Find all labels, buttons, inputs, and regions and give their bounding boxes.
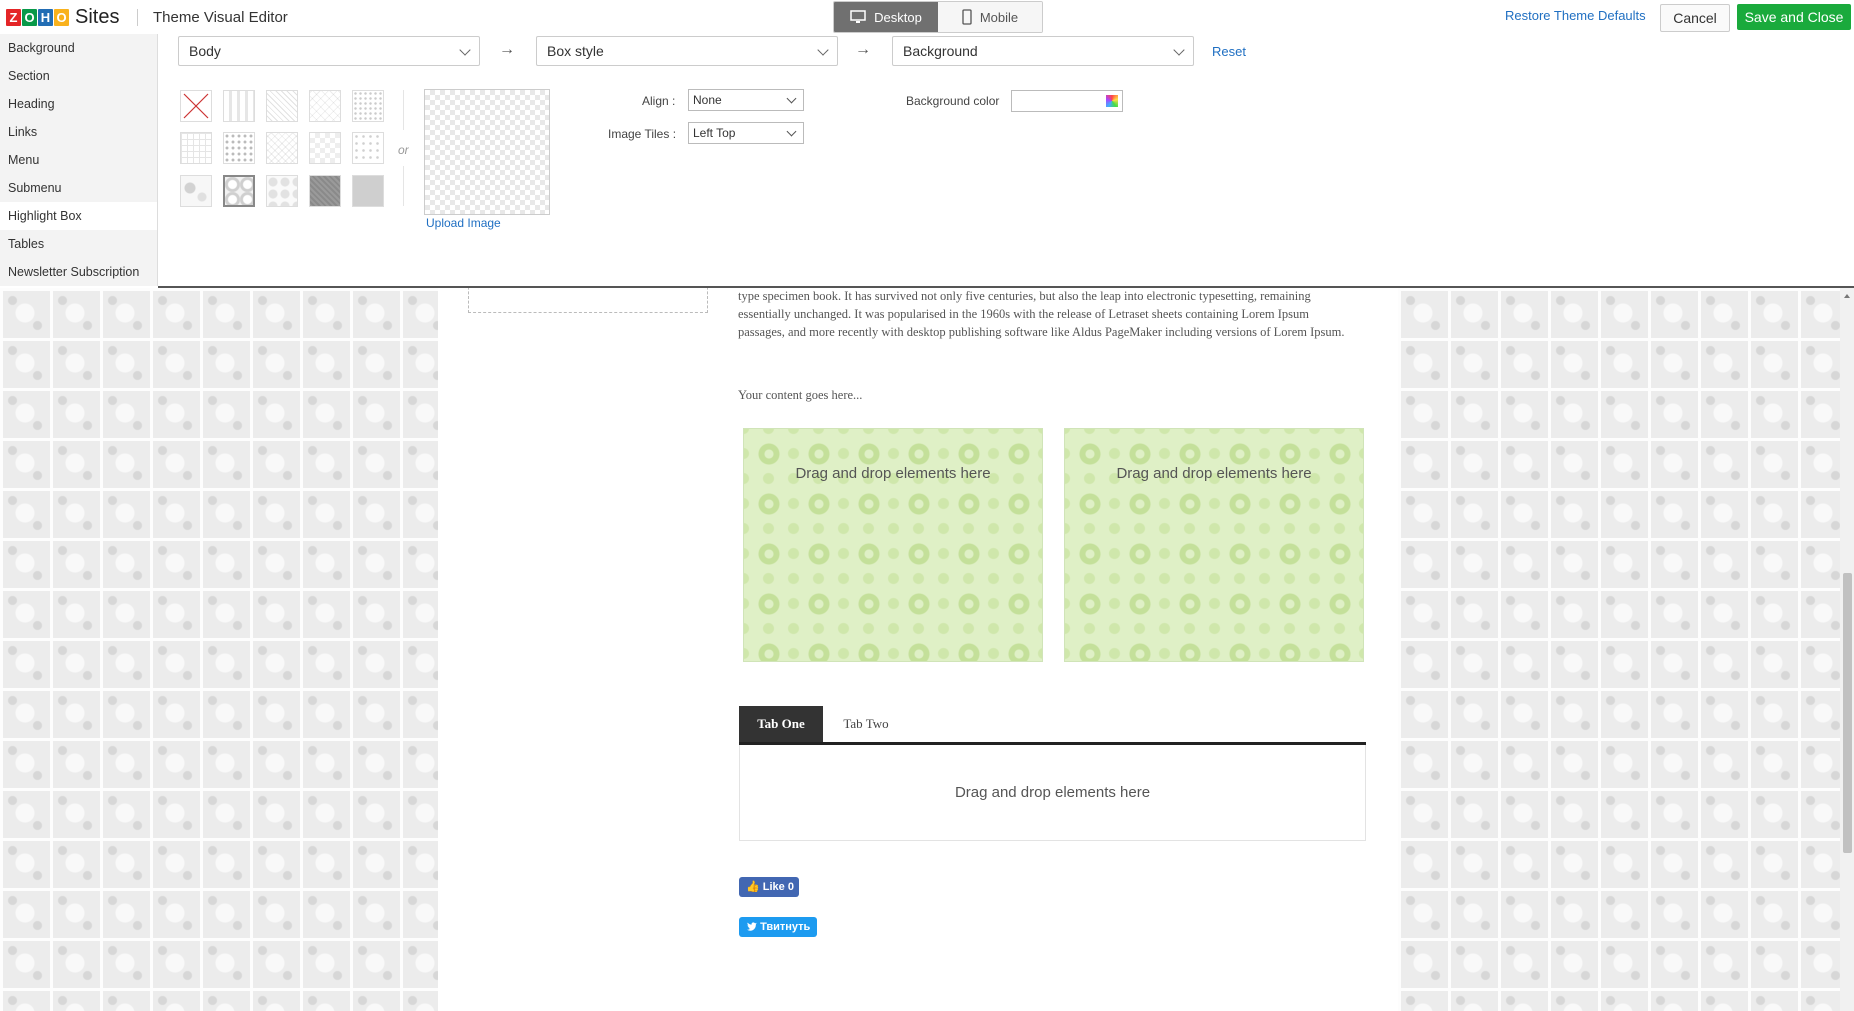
thumbs-up-icon: 👍 xyxy=(746,881,760,893)
cancel-button[interactable]: Cancel xyxy=(1660,4,1730,32)
background-color-label: Background color xyxy=(906,94,1000,108)
pattern-crosshatch-swatch[interactable] xyxy=(266,132,298,164)
chevron-down-icon xyxy=(1173,44,1185,56)
twitter-bird-icon xyxy=(747,922,757,931)
sidebar-item-links[interactable]: Links xyxy=(0,118,157,146)
vertical-scrollbar[interactable] xyxy=(1840,288,1854,1011)
chevron-down-icon xyxy=(786,126,797,137)
sidebar-item-submenu[interactable]: Submenu xyxy=(0,174,157,202)
title-divider xyxy=(137,9,138,26)
sidebar-item-section[interactable]: Section xyxy=(0,62,157,90)
top-bar: Z O H O Sites Theme Visual Editor Deskto… xyxy=(0,0,1854,35)
tab-two[interactable]: Tab Two xyxy=(823,706,909,742)
color-picker-icon[interactable] xyxy=(1106,95,1118,107)
your-content-text: Your content goes here... xyxy=(738,388,863,402)
save-and-close-button[interactable]: Save and Close xyxy=(1737,4,1851,30)
product-name: Sites xyxy=(75,6,120,28)
property-select-value: Background xyxy=(903,43,978,59)
tab-panel[interactable]: Drag and drop elements here xyxy=(739,745,1366,841)
pattern-checker-swatch[interactable] xyxy=(309,132,341,164)
pattern-diamond-grid-swatch[interactable] xyxy=(309,90,341,122)
chevron-down-icon xyxy=(817,44,829,56)
app-title: Theme Visual Editor xyxy=(153,9,288,26)
divider xyxy=(403,166,404,206)
pattern-none-swatch[interactable] xyxy=(180,90,212,122)
pattern-floral-selected-swatch[interactable] xyxy=(223,175,255,207)
body-background-pattern-right xyxy=(1398,288,1854,1011)
tweet-button[interactable]: Твитнуть xyxy=(739,917,817,937)
upload-image-link[interactable]: Upload Image xyxy=(426,216,501,230)
facebook-like-button[interactable]: 👍 Like 0 xyxy=(739,877,799,897)
scroll-up-arrow-icon[interactable] xyxy=(1844,294,1850,298)
device-switch: Desktop Mobile xyxy=(833,1,1043,33)
tabs-widget: Tab One Tab Two xyxy=(739,706,1366,745)
mobile-button[interactable]: Mobile xyxy=(938,2,1042,32)
pattern-floral-outline-swatch[interactable] xyxy=(266,175,298,207)
divider xyxy=(403,90,404,130)
align-select[interactable]: None xyxy=(688,89,804,111)
property-select[interactable]: Background xyxy=(892,36,1194,66)
style-editor-panel: Body → Box style → Background Reset or U… xyxy=(158,34,1854,288)
pattern-dark-texture-swatch[interactable] xyxy=(309,175,341,207)
drop-zone-label: Drag and drop elements here xyxy=(795,465,991,482)
image-tiles-label: Image Tiles : xyxy=(608,127,677,141)
sidebar-item-heading[interactable]: Heading xyxy=(0,90,157,118)
image-preview[interactable] xyxy=(424,89,550,215)
or-label: or xyxy=(398,143,409,157)
image-tiles-select-value: Left Top xyxy=(693,126,736,140)
chevron-down-icon xyxy=(786,93,797,104)
image-tiles-select[interactable]: Left Top xyxy=(688,122,804,144)
element-select-value: Body xyxy=(189,43,221,59)
element-select[interactable]: Body xyxy=(178,36,480,66)
phone-icon xyxy=(962,9,972,25)
pattern-fine-grid-swatch[interactable] xyxy=(180,132,212,164)
logo-letter-o2: O xyxy=(54,9,69,26)
desktop-button[interactable]: Desktop xyxy=(834,2,938,32)
lorem-paragraph: type specimen book. It has survived not … xyxy=(738,289,1345,339)
logo-letter-o1: O xyxy=(22,9,37,26)
drop-zone-label: Drag and drop elements here xyxy=(1116,465,1312,482)
facebook-like-label: Like 0 xyxy=(762,881,794,893)
sidebar-item-highlight-box[interactable]: Highlight Box xyxy=(0,202,157,230)
reset-link[interactable]: Reset xyxy=(1212,44,1246,59)
sidebar-item-tables[interactable]: Tables xyxy=(0,230,157,258)
element-sidebar: Background Section Heading Links Menu Su… xyxy=(0,34,158,286)
align-select-value: None xyxy=(693,93,722,107)
page-content-area: type specimen book. It has survived not … xyxy=(438,288,1398,1011)
pattern-small-dots-swatch[interactable] xyxy=(352,132,384,164)
sidebar-item-background[interactable]: Background xyxy=(0,34,157,62)
pattern-vertical-stripes-swatch[interactable] xyxy=(223,90,255,122)
align-label: Align : xyxy=(642,94,676,108)
sidebar-placeholder-box[interactable] xyxy=(468,288,708,313)
no-pattern-icon xyxy=(183,93,209,119)
zoho-sites-logo[interactable]: Z O H O Sites xyxy=(6,6,119,29)
tweet-label: Твитнуть xyxy=(760,921,811,933)
sidebar-item-newsletter-subscription[interactable]: Newsletter Subscription xyxy=(0,258,157,286)
tab-one[interactable]: Tab One xyxy=(739,706,823,742)
arrow-right-icon: → xyxy=(499,41,515,58)
pattern-diagonal-lines-swatch[interactable] xyxy=(266,90,298,122)
drop-zone-label: Drag and drop elements here xyxy=(954,784,1151,801)
pattern-dot-grid-swatch[interactable] xyxy=(352,90,384,122)
pattern-gray-solid-swatch[interactable] xyxy=(352,175,384,207)
logo-letter-z: Z xyxy=(6,9,21,26)
page-preview-canvas: type specimen book. It has survived not … xyxy=(0,288,1854,1011)
monitor-icon xyxy=(850,10,866,23)
body-background-pattern-left xyxy=(0,288,438,1011)
property-group-select[interactable]: Box style xyxy=(536,36,838,66)
mobile-label: Mobile xyxy=(979,9,1019,25)
restore-defaults-link[interactable]: Restore Theme Defaults xyxy=(1505,8,1646,23)
chevron-down-icon xyxy=(459,44,471,56)
highlight-box-right[interactable]: Drag and drop elements here xyxy=(1064,428,1364,662)
scrollbar-thumb[interactable] xyxy=(1843,573,1852,853)
highlight-box-left[interactable]: Drag and drop elements here xyxy=(743,428,1043,662)
arrow-right-icon: → xyxy=(855,41,871,58)
logo-letter-h: H xyxy=(38,9,53,26)
property-group-value: Box style xyxy=(547,43,604,59)
pattern-dots-swatch[interactable] xyxy=(223,132,255,164)
background-color-input[interactable] xyxy=(1011,90,1123,112)
desktop-label: Desktop xyxy=(874,9,922,25)
sidebar-item-menu[interactable]: Menu xyxy=(0,146,157,174)
pattern-floral-light-swatch[interactable] xyxy=(180,175,212,207)
